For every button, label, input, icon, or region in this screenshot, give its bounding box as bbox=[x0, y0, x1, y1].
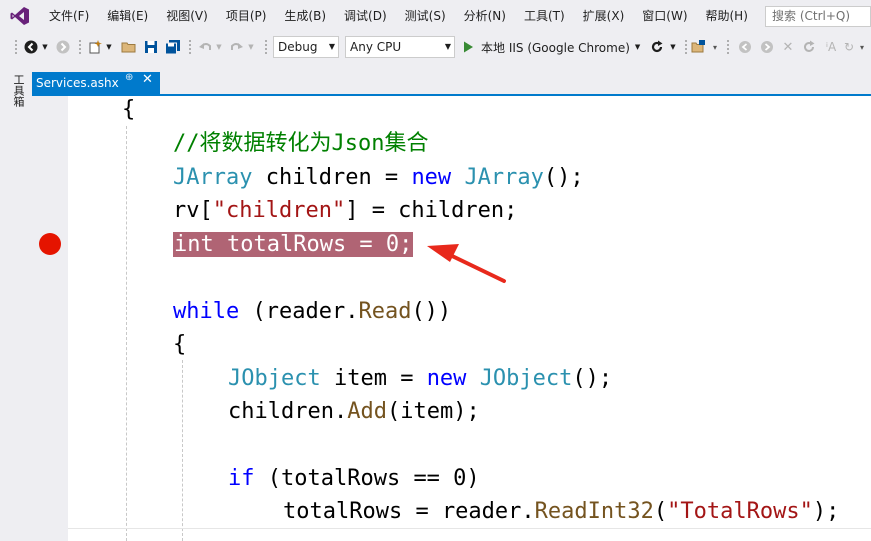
annotation-arrow-icon bbox=[427, 244, 506, 283]
